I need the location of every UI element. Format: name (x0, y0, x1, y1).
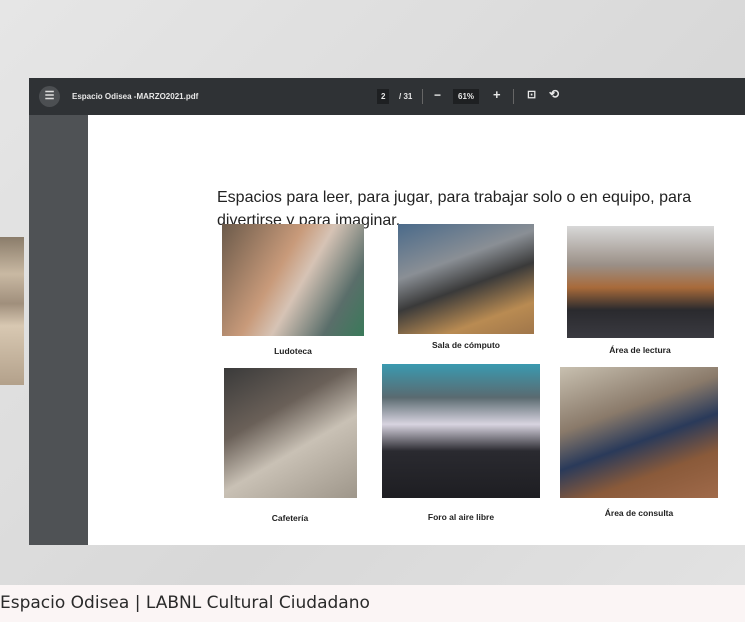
caption-bar: Espacio Odisea | LABNL Cultural Ciudadan… (0, 585, 745, 622)
photo-area-de-consulta (560, 367, 718, 498)
page-number-input[interactable]: 2 (377, 89, 390, 104)
photo-cafeteria (224, 368, 357, 498)
photo-caption: Área de lectura (609, 345, 671, 355)
photo-caption: Cafetería (271, 513, 309, 523)
pdf-viewer: ☰ Espacio Odisea -MARZO2021.pdf 2 / 31 −… (29, 78, 745, 545)
photo-caption: Foro al aire libre (427, 512, 495, 522)
zoom-input[interactable]: 61% (453, 89, 480, 104)
divider (513, 89, 514, 104)
photo-caption: Área de consulta (604, 508, 674, 518)
zoom-in-button[interactable]: + (493, 87, 501, 102)
photo-area-de-lectura (567, 226, 714, 338)
total-pages: / 31 (399, 92, 413, 101)
zoom-out-button[interactable]: − (434, 88, 441, 102)
photo-ludoteca (222, 224, 364, 336)
photo-caption: Sala de cómputo (431, 340, 500, 350)
divider (422, 89, 423, 104)
side-video-thumbnail (0, 237, 24, 385)
photo-sala-de-computo (398, 224, 534, 334)
pdf-toolbar: ☰ Espacio Odisea -MARZO2021.pdf 2 / 31 −… (29, 78, 745, 115)
fit-page-icon[interactable]: ⊡ (527, 88, 536, 101)
pdf-page: Espacios para leer, para jugar, para tra… (88, 115, 745, 545)
menu-icon[interactable]: ☰ (39, 86, 60, 107)
rotate-icon[interactable]: ⟲ (549, 87, 559, 101)
caption-text: Espacio Odisea | LABNL Cultural Ciudadan… (0, 593, 370, 613)
photo-foro-al-aire-libre (382, 364, 540, 498)
photo-caption: Ludoteca (274, 346, 312, 356)
file-name: Espacio Odisea -MARZO2021.pdf (72, 92, 199, 101)
